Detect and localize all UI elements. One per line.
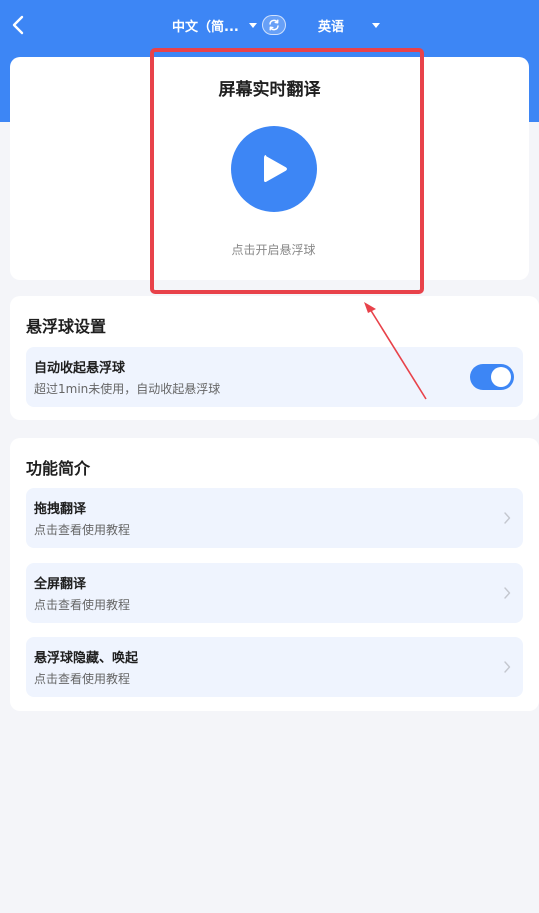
annotation-arrow [364,302,427,400]
